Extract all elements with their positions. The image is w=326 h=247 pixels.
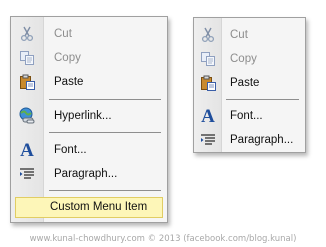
menu-item-paste[interactable]: Paste [194, 72, 305, 94]
custom-menu-item[interactable]: Custom Menu Item [15, 197, 163, 218]
menu-item-label: Hyperlink... [54, 110, 112, 122]
menu-item-hyperlink[interactable]: Hyperlink... [11, 105, 167, 127]
menu-item-label: Copy [54, 52, 81, 64]
menu-item-paragraph[interactable]: Paragraph... [194, 129, 305, 151]
menu-separator [49, 99, 161, 100]
page: Cut Copy Paste Hyperlink... A Font... Pa… [0, 0, 326, 247]
menu-separator [49, 190, 161, 191]
menu-item-label: Paste [230, 77, 260, 89]
menu-item-label: Font... [230, 110, 263, 122]
watermark-footer: www.kunal-chowdhury.com © 2013 (facebook… [29, 234, 297, 244]
menu-item-label: Copy [230, 53, 257, 65]
copy-icon [198, 49, 218, 69]
menu-separator [226, 99, 299, 100]
paste-icon [17, 72, 37, 92]
menu-item-cut[interactable]: Cut [194, 24, 305, 46]
font-icon: A [20, 139, 34, 161]
menu-item-cut[interactable]: Cut [11, 23, 167, 45]
paragraph-icon [17, 164, 37, 184]
menu-item-label: Font... [54, 144, 87, 156]
menu-item-font[interactable]: A Font... [194, 105, 305, 127]
scissors-icon [198, 25, 218, 45]
menu-item-label: Paragraph... [230, 134, 294, 146]
context-menu-with-custom-item: Cut Copy Paste Hyperlink... A Font... Pa… [10, 16, 168, 223]
font-icon: A [201, 105, 215, 127]
paste-icon [198, 73, 218, 93]
menu-item-copy[interactable]: Copy [194, 48, 305, 70]
menu-item-paragraph[interactable]: Paragraph... [11, 163, 167, 185]
menu-item-label: Paragraph... [54, 168, 118, 180]
scissors-icon [17, 24, 37, 44]
paragraph-icon [198, 130, 218, 150]
menu-item-label: Cut [230, 29, 248, 41]
menu-item-paste[interactable]: Paste [11, 71, 167, 93]
menu-item-label: Paste [54, 76, 84, 88]
copy-icon [17, 48, 37, 68]
menu-separator [49, 132, 161, 133]
context-menu-default: Cut Copy Paste A Font... Paragraph... [193, 17, 306, 153]
menu-item-copy[interactable]: Copy [11, 47, 167, 69]
globe-link-icon [17, 106, 37, 126]
menu-item-font[interactable]: A Font... [11, 139, 167, 161]
menu-item-label: Custom Menu Item [50, 201, 148, 213]
menu-item-label: Cut [54, 28, 72, 40]
